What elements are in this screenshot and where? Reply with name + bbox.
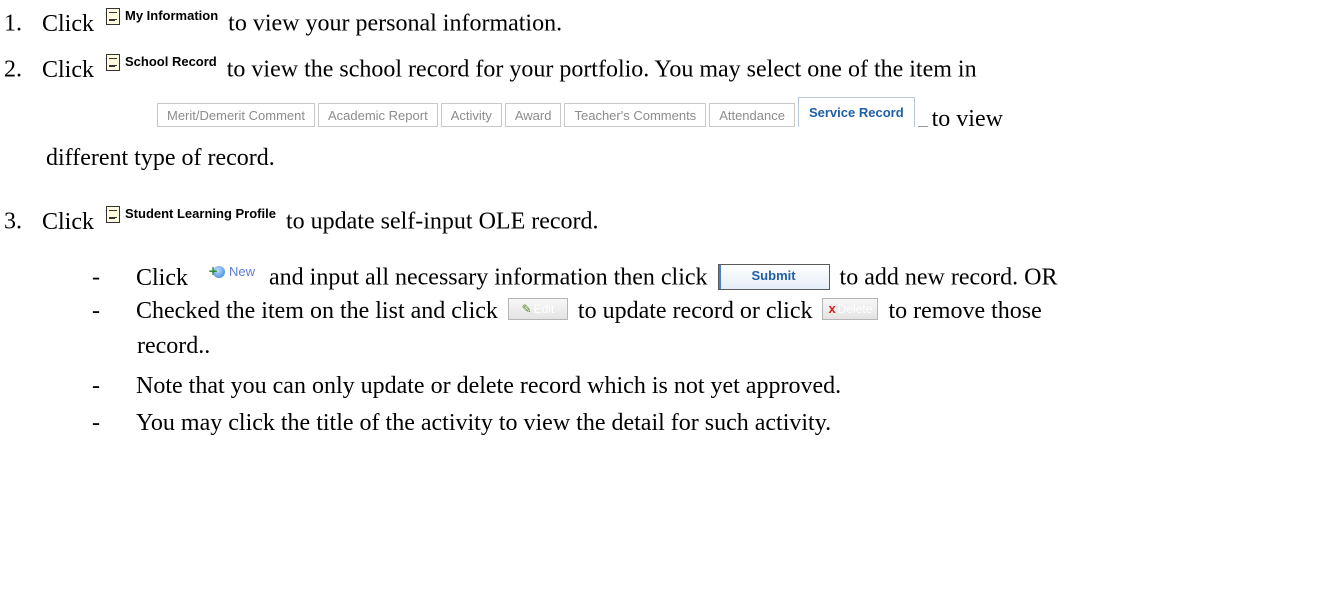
step-text-suffix: to view the school record for your portf… bbox=[226, 56, 977, 83]
step-number: 2. bbox=[4, 56, 22, 83]
bullet-3: - Note that you can only update or delet… bbox=[92, 371, 841, 401]
bullet-1: - Click + New and input all necessary in… bbox=[92, 257, 1057, 293]
delete-x-icon: x bbox=[828, 301, 836, 316]
document-icon bbox=[106, 205, 120, 223]
bullet-dash: - bbox=[92, 373, 100, 399]
tab-academic-report[interactable]: Academic Report bbox=[317, 103, 438, 127]
delete-button[interactable]: x Delete bbox=[822, 298, 879, 320]
document-icon bbox=[106, 7, 120, 25]
step-3: 3. Click Student Learning Profile to upd… bbox=[4, 199, 599, 237]
tab-attendance[interactable]: Attendance bbox=[709, 103, 795, 127]
bullet-text: Click bbox=[136, 264, 188, 291]
step-text-suffix: to view your personal information. bbox=[228, 10, 563, 37]
tab-award[interactable]: Award bbox=[504, 103, 562, 127]
my-information-label: My Information bbox=[125, 8, 219, 23]
bullet-text: and input all necessary information then… bbox=[269, 264, 708, 291]
tab-teachers-comments[interactable]: Teacher's Comments bbox=[564, 103, 707, 127]
submit-button[interactable]: Submit bbox=[717, 263, 830, 290]
school-record-button[interactable]: School Record bbox=[106, 47, 217, 77]
step-2: 2. Click School Record to view the schoo… bbox=[4, 47, 977, 85]
edit-button[interactable]: ✎ Edit bbox=[507, 298, 568, 320]
bullet-dash: - bbox=[92, 298, 100, 324]
bullet-text: Note that you can only update or delete … bbox=[136, 373, 842, 399]
bullet-text: to remove those bbox=[888, 298, 1042, 324]
bullet-dash: - bbox=[92, 264, 100, 291]
step-number: 3. bbox=[4, 208, 22, 235]
student-learning-profile-button[interactable]: Student Learning Profile bbox=[106, 199, 276, 229]
step-1: 1. Click My Information to view your per… bbox=[4, 1, 562, 39]
new-button[interactable]: + New bbox=[208, 257, 255, 287]
tab-merit-demerit-comment[interactable]: Merit/Demerit Comment bbox=[157, 103, 315, 127]
document-icon bbox=[106, 53, 120, 71]
bullet-text: to add new record. OR bbox=[839, 264, 1058, 291]
record-type-tabs: Merit/Demerit Comment Academic Report Ac… bbox=[157, 97, 1003, 131]
tabs-suffix: to view bbox=[931, 106, 1003, 132]
student-learning-profile-label: Student Learning Profile bbox=[125, 206, 276, 221]
step-text-prefix: Click bbox=[42, 208, 94, 235]
tab-service-record[interactable]: Service Record bbox=[797, 97, 915, 127]
my-information-button[interactable]: My Information bbox=[106, 1, 218, 31]
new-label: New bbox=[229, 264, 256, 279]
step-number: 1. bbox=[4, 10, 22, 37]
step-text-prefix: Click bbox=[42, 10, 94, 37]
bullet-text: You may click the title of the activity … bbox=[136, 410, 832, 436]
bullet-text: Checked the item on the list and click bbox=[136, 298, 498, 324]
bullet-2: - Checked the item on the list and click… bbox=[92, 296, 1042, 326]
step-2-continuation: different type of record. bbox=[46, 145, 275, 171]
bullet-text: to update record or click bbox=[577, 298, 813, 324]
bullet-4: - You may click the title of the activit… bbox=[92, 408, 831, 438]
tab-activity[interactable]: Activity bbox=[440, 103, 502, 127]
school-record-label: School Record bbox=[125, 54, 217, 69]
bullet-2-continuation: record.. bbox=[137, 333, 211, 359]
step-text-suffix: to update self-input OLE record. bbox=[285, 208, 599, 235]
edit-label: Edit bbox=[533, 302, 555, 316]
pencil-icon: ✎ bbox=[521, 302, 532, 316]
step-text-prefix: Click bbox=[42, 56, 94, 83]
bullet-dash: - bbox=[92, 410, 100, 436]
add-new-icon: + bbox=[208, 265, 225, 280]
tab-baseline bbox=[917, 126, 928, 127]
delete-label: Delete bbox=[837, 302, 873, 316]
